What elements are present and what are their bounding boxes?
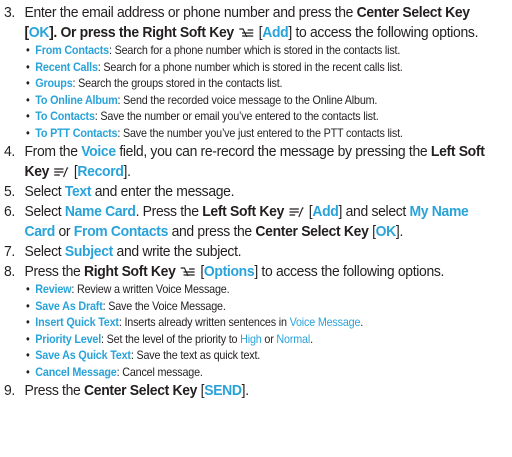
instruction-page: 3. Enter the email address or phone numb… — [4, 3, 510, 401]
step-4-cont: Key [Record]. — [24, 163, 131, 180]
option-list: • From Contacts: Search for a phone numbe… — [4, 43, 510, 142]
step-3-cont: [OK]. Or press the Right Soft Key [Add] … — [24, 24, 479, 41]
list-item: • Recent Calls: Search for a phone number… — [26, 60, 403, 74]
step-8: 8. Press the Right Soft Key [Options] to… — [4, 263, 445, 280]
left-soft-key-icon — [54, 166, 69, 177]
list-item: • Insert Quick Text: Inserts already writ… — [26, 316, 364, 329]
list-item: • To Online Album: Send the recorded voic… — [26, 93, 378, 107]
list-item: • From Contacts: Search for a phone numbe… — [26, 44, 401, 57]
step-6-cont: Card or From Contacts and press the Cent… — [24, 223, 404, 240]
list-item: • Groups: Search the groups stored in the… — [26, 77, 283, 90]
step-6: 6. Select Name Card. Press the Left Soft… — [4, 203, 469, 220]
key-name: Right Soft Key — [142, 24, 234, 41]
step-7: 7. Select Subject and write the subject. — [4, 243, 242, 260]
list-item: • To Contacts: Save the number or email y… — [26, 110, 379, 123]
list-item: • Review: Review a written Voice Message. — [26, 283, 230, 296]
key-name: Center Select Key — [356, 4, 470, 21]
step-number: 3. — [4, 4, 15, 21]
step-5: 5. Select Text and enter the message. — [4, 183, 235, 200]
step-4: 4. From the Voice field, you can re-reco… — [4, 143, 485, 160]
list-item: • Save As Quick Text: Save the text as qu… — [26, 349, 261, 362]
step-9: 9. Press the Center Select Key [SEND]. — [4, 382, 249, 399]
option-list: • Review: Review a written Voice Message.… — [4, 282, 510, 381]
right-soft-key-icon — [239, 27, 254, 37]
list-item: • Priority Level: Set the level of the pr… — [26, 332, 313, 346]
highlight-term: OK — [28, 24, 50, 41]
step-3: 3. Enter the email address or phone numb… — [4, 4, 470, 21]
list-item: • Save As Draft: Save the Voice Message. — [26, 299, 226, 313]
list-item: • To PTT Contacts: Save the number you’ve… — [26, 126, 403, 140]
left-soft-key-icon — [289, 206, 304, 217]
right-soft-key-icon — [180, 266, 195, 276]
list-item: • Cancel Message: Cancel message. — [26, 365, 203, 379]
